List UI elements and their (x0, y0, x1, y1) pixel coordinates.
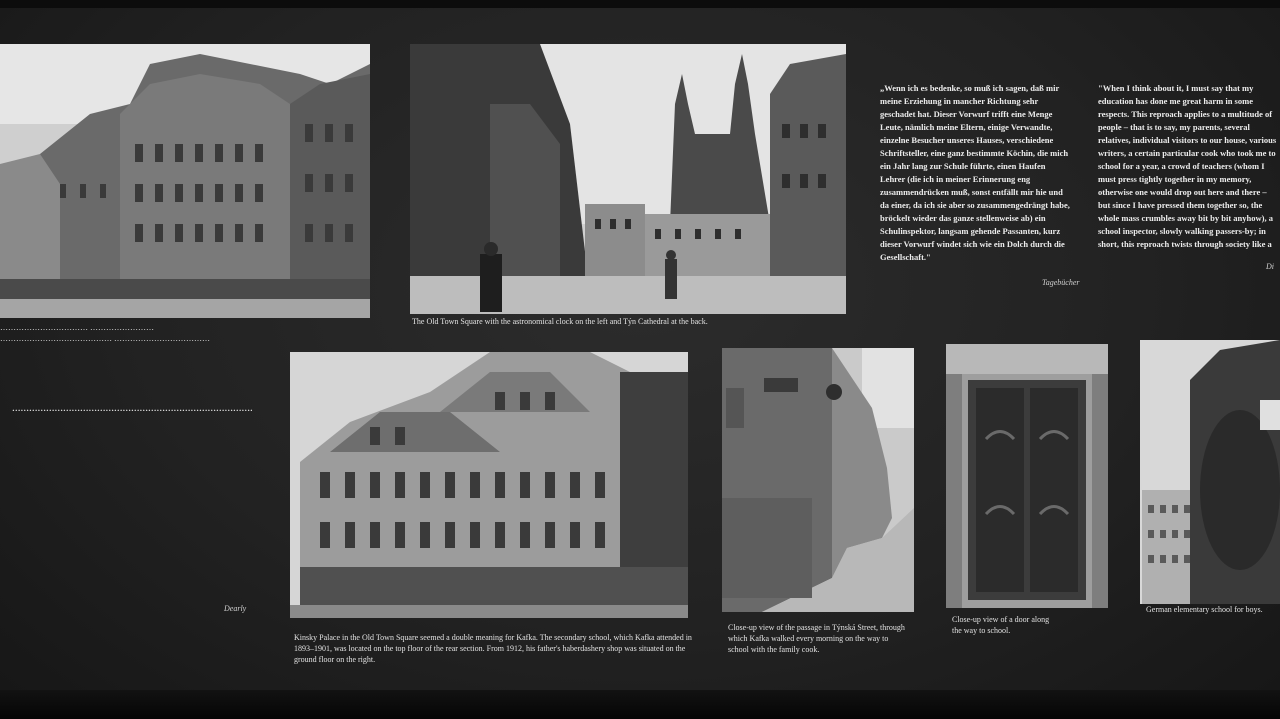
caption-school: German elementary school for boys. (1146, 605, 1263, 614)
quote-german: „Wenn ich es bedenke, so muß ich sagen, … (880, 83, 1070, 262)
credit-german-quote: Tagebücher (1042, 278, 1080, 287)
caption-top-left: …………………………… …………………… …………………………………… …………… (0, 323, 210, 346)
quote-english: "When I think about it, I must say that … (1098, 83, 1277, 254)
caption-old-town-square: The Old Town Square with the astronomica… (412, 317, 708, 326)
caption-kinsky-palace: Kinsky Palace in the Old Town Square see… (294, 633, 692, 664)
credit-english-quote: Di (1266, 262, 1274, 271)
credit-left-quote: Dearly (224, 604, 247, 613)
photo-tynska-passage (722, 348, 914, 612)
top-shadow (0, 0, 1280, 8)
exhibition-board: …………………………… …………………… …………………………………… …………… (0, 0, 1280, 719)
quote-left-block: …………………………………………………………………………………………………………… (12, 403, 252, 413)
photo-elementary-school (1140, 340, 1280, 604)
caption-passage: Close-up view of the passage in Týnská S… (728, 623, 905, 654)
bottom-shadow (0, 690, 1280, 719)
photo-kinsky-palace (290, 352, 688, 618)
caption-door: Close-up view of a door along the way to… (952, 615, 1050, 635)
photo-old-town-buildings (0, 44, 370, 318)
photo-old-town-square (410, 44, 846, 314)
photo-door (946, 344, 1108, 608)
